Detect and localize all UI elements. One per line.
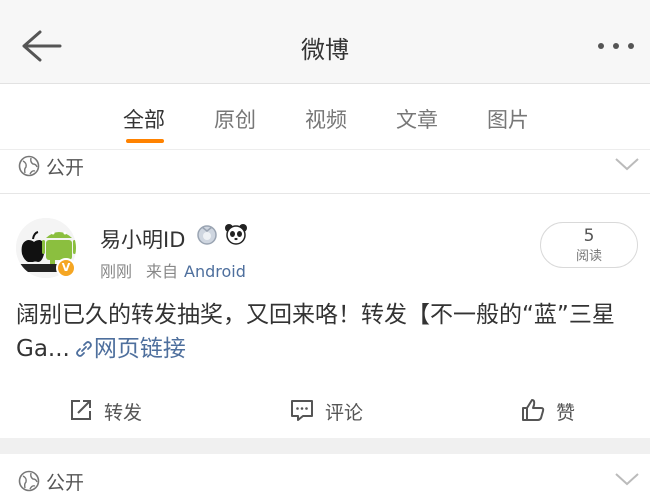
panda-badge-icon[interactable] xyxy=(224,222,248,246)
tab-original[interactable]: 原创 xyxy=(214,104,256,134)
repost-icon xyxy=(71,400,91,420)
visibility-selector[interactable]: 公开 xyxy=(0,151,650,191)
post-meta: 刚刚 来自 Android xyxy=(100,258,246,282)
read-count: 5 xyxy=(583,226,595,246)
post-actions: 转发 评论 赞 xyxy=(0,388,650,434)
tab-all[interactable]: 全部 xyxy=(123,104,165,134)
more-dots-icon[interactable] xyxy=(596,36,636,56)
active-tab-indicator xyxy=(126,139,164,143)
globe-icon xyxy=(18,470,40,492)
web-link[interactable]: 网页链接 xyxy=(94,336,186,362)
tab-article[interactable]: 文章 xyxy=(396,104,438,134)
source-prefix: 来自 xyxy=(146,262,179,281)
post-time: 刚刚 xyxy=(100,262,133,281)
username[interactable]: 易小明ID xyxy=(100,224,185,254)
comment-icon xyxy=(291,400,313,421)
comment-button[interactable]: 评论 xyxy=(289,396,379,426)
repost-label: 转发 xyxy=(104,402,143,424)
post-text[interactable]: 阔别已久的转发抽奖，又回来咯！转发【不一般的“蓝”三星Ga... 网页链接 xyxy=(16,298,636,366)
like-button[interactable]: 赞 xyxy=(520,396,590,426)
post-source[interactable]: Android xyxy=(184,262,246,281)
filter-tabs: 全部 原创 视频 文章 图片 xyxy=(0,84,650,150)
visibility-label: 公开 xyxy=(46,157,85,179)
visibility-label: 公开 xyxy=(46,472,85,494)
globe-icon xyxy=(18,155,40,177)
comment-label: 评论 xyxy=(325,402,364,424)
chevron-down-icon[interactable] xyxy=(614,470,640,488)
medal-badge-icon[interactable] xyxy=(195,222,219,246)
link-icon xyxy=(75,341,92,357)
verified-badge-icon: V xyxy=(56,258,76,278)
thumbs-up-icon xyxy=(522,399,545,421)
section-gap xyxy=(0,438,650,454)
page-title: 微博 xyxy=(301,36,349,64)
repost-button[interactable]: 转发 xyxy=(68,396,158,426)
tab-video[interactable]: 视频 xyxy=(305,104,347,134)
chevron-down-icon[interactable] xyxy=(614,155,640,173)
read-label: 阅读 xyxy=(575,249,602,264)
post-card: V 易小明ID 刚刚 来自 Android 5 阅读 阔别已久的转发抽奖，又回来咯！… xyxy=(0,194,650,438)
tab-picture[interactable]: 图片 xyxy=(487,104,529,134)
visibility-selector-next[interactable]: 公开 xyxy=(0,466,650,502)
like-label: 赞 xyxy=(556,402,576,424)
navigation-bar: 微博 xyxy=(0,0,650,84)
read-count-pill[interactable]: 5 阅读 xyxy=(540,222,638,268)
